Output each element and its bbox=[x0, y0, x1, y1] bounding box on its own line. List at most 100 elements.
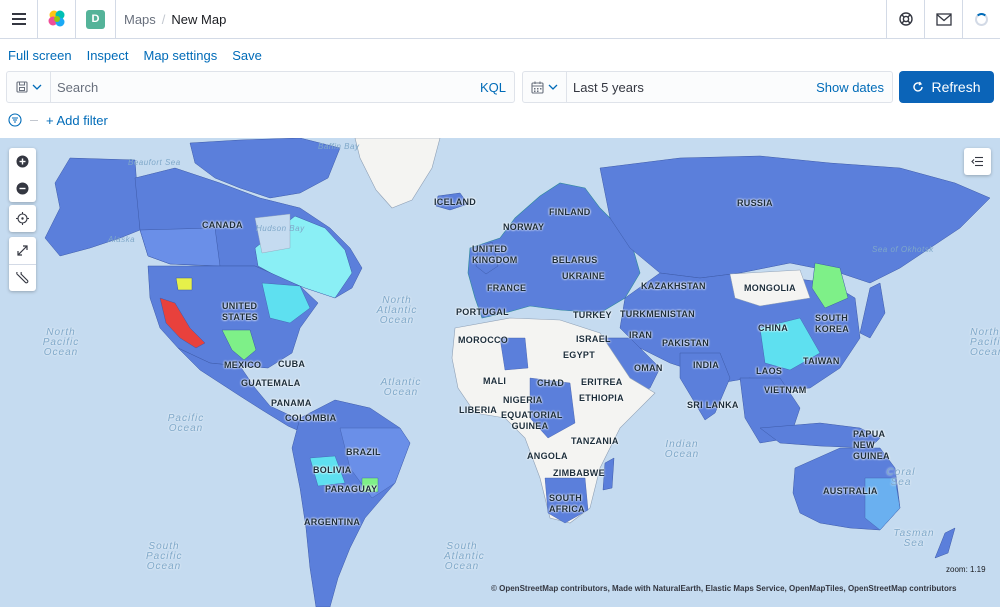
filter-bar: + Add filter bbox=[8, 110, 108, 130]
world-choropleth bbox=[44, 138, 991, 607]
label-morocco: MOROCCO bbox=[458, 335, 509, 345]
label-north-pacific-west: North Pacific Ocean bbox=[42, 327, 80, 358]
map-canvas[interactable]: CANADA UNITED STATES MEXICO CUBA GUATEMA… bbox=[0, 138, 1000, 607]
query-language-toggle[interactable]: KQL bbox=[480, 80, 514, 95]
label-south-pacific: South Pacific Ocean bbox=[146, 541, 183, 572]
label-mexico: MEXICO bbox=[224, 360, 262, 370]
label-south-atlantic: South Atlantic Ocean bbox=[444, 541, 485, 572]
label-alaska: Alaska bbox=[108, 235, 136, 244]
map-settings-link[interactable]: Map settings bbox=[144, 48, 218, 63]
date-range-text[interactable]: Last 5 years bbox=[567, 80, 816, 95]
label-finland: FINLAND bbox=[549, 207, 591, 217]
breadcrumb-maps[interactable]: Maps bbox=[124, 12, 156, 27]
set-view-button[interactable] bbox=[9, 205, 36, 232]
label-chad: CHAD bbox=[537, 378, 565, 388]
label-eritrea: ERITREA bbox=[581, 377, 623, 387]
label-iceland: ICELAND bbox=[434, 197, 477, 207]
japan-shape bbox=[859, 282, 886, 339]
menu-left-icon bbox=[971, 156, 983, 167]
menu-button[interactable] bbox=[0, 0, 38, 38]
full-screen-link[interactable]: Full screen bbox=[8, 48, 72, 63]
greenland-shape bbox=[354, 138, 441, 209]
date-picker: Last 5 years Show dates bbox=[522, 71, 893, 103]
label-nigeria: NIGERIA bbox=[503, 395, 543, 405]
breadcrumb: Maps / New Map bbox=[116, 12, 886, 27]
newsfeed-button[interactable] bbox=[924, 0, 962, 38]
search-input[interactable] bbox=[51, 79, 480, 95]
space-selector[interactable]: D bbox=[76, 0, 116, 38]
label-liberia: LIBERIA bbox=[459, 405, 498, 415]
save-link[interactable]: Save bbox=[232, 48, 262, 63]
label-pakistan: PAKISTAN bbox=[662, 338, 710, 348]
help-lifebuoy-icon bbox=[898, 12, 913, 26]
label-zimbabwe: ZIMBABWE bbox=[553, 468, 605, 478]
label-egypt: EGYPT bbox=[563, 350, 596, 360]
label-france: FRANCE bbox=[487, 283, 527, 293]
label-north-atlantic: North Atlantic Ocean bbox=[376, 295, 418, 326]
label-mali: MALI bbox=[483, 376, 507, 386]
breadcrumb-separator: / bbox=[161, 11, 166, 27]
label-canada: CANADA bbox=[202, 220, 243, 230]
elastic-logo-icon bbox=[48, 10, 64, 27]
label-cuba: CUBA bbox=[278, 359, 306, 369]
map-attribution[interactable]: © OpenStreetMap contributors, Made with … bbox=[491, 584, 956, 593]
label-atlantic: Atlantic Ocean bbox=[380, 377, 422, 398]
kibana-logo[interactable] bbox=[38, 0, 76, 38]
label-north-pacific-east: North Pacific Ocean bbox=[970, 327, 1000, 358]
inspect-link[interactable]: Inspect bbox=[87, 48, 129, 63]
label-pacific: Pacific Ocean bbox=[167, 413, 205, 434]
saved-query-button[interactable] bbox=[7, 72, 51, 102]
label-russia: RUSSIA bbox=[737, 198, 773, 208]
zoom-in-button[interactable] bbox=[9, 148, 36, 175]
label-papua-new-guinea: PAPUA NEW GUINEA bbox=[853, 429, 890, 461]
label-israel: ISRAEL bbox=[576, 334, 611, 344]
label-china: CHINA bbox=[758, 323, 788, 333]
mail-icon bbox=[935, 12, 952, 26]
label-colombia: COLOMBIA bbox=[285, 413, 337, 423]
fit-to-data-button[interactable] bbox=[9, 237, 36, 264]
label-baffin-bay: Baffin Bay bbox=[318, 142, 360, 151]
calendar-icon bbox=[531, 81, 544, 94]
set-view-control bbox=[9, 205, 36, 232]
label-ukraine: UKRAINE bbox=[562, 271, 606, 281]
label-turkey: TURKEY bbox=[573, 310, 612, 320]
minus-icon bbox=[16, 182, 29, 195]
label-sri-lanka: SRI LANKA bbox=[687, 400, 739, 410]
refresh-button[interactable]: Refresh bbox=[899, 71, 994, 103]
label-brazil: BRAZIL bbox=[346, 447, 381, 457]
quick-date-button[interactable] bbox=[523, 72, 567, 102]
app-header: D Maps / New Map bbox=[0, 0, 1000, 39]
zoom-out-button[interactable] bbox=[9, 175, 36, 202]
loading-spinner-icon bbox=[975, 12, 988, 26]
label-united-kingdom: UNITED KINGDOM bbox=[472, 244, 518, 265]
label-turkmenistan: TURKMENISTAN bbox=[620, 309, 695, 319]
help-button[interactable] bbox=[886, 0, 924, 38]
label-paraguay: PARAGUAY bbox=[325, 484, 378, 494]
label-australia: AUSTRALIA bbox=[823, 486, 878, 496]
label-belarus: BELARUS bbox=[552, 255, 598, 265]
filter-options-icon[interactable] bbox=[8, 113, 22, 127]
add-filter-button[interactable]: + Add filter bbox=[46, 113, 108, 128]
chevron-down-icon bbox=[32, 84, 41, 90]
top-nav-menu: Full screen Inspect Map settings Save bbox=[0, 40, 1000, 70]
tools-button[interactable] bbox=[9, 264, 36, 291]
label-bolivia: BOLIVIA bbox=[313, 465, 352, 475]
new-zealand-shape bbox=[934, 527, 956, 559]
label-guatemala: GUATEMALA bbox=[241, 378, 301, 388]
crosshair-icon bbox=[16, 212, 29, 225]
russia-shape bbox=[599, 155, 991, 284]
draw-tools-control bbox=[9, 237, 36, 291]
label-indian: Indian Ocean bbox=[664, 439, 700, 460]
layer-control-button[interactable] bbox=[964, 148, 991, 175]
label-sea-of-okhotsk: Sea of Okhotsk bbox=[872, 245, 934, 254]
label-south-africa: SOUTH AFRICA bbox=[549, 493, 585, 514]
label-tasman-sea: Tasman Sea bbox=[893, 528, 935, 549]
label-coral-sea: Coral Sea bbox=[886, 467, 916, 488]
label-laos: LAOS bbox=[756, 366, 783, 376]
label-iran: IRAN bbox=[629, 330, 653, 340]
label-ethiopia: ETHIOPIA bbox=[579, 393, 624, 403]
label-hudson-bay: Hudson Bay bbox=[256, 224, 305, 233]
show-dates-link[interactable]: Show dates bbox=[816, 80, 892, 95]
label-india: INDIA bbox=[693, 360, 719, 370]
label-south-korea: SOUTH KOREA bbox=[815, 313, 850, 334]
